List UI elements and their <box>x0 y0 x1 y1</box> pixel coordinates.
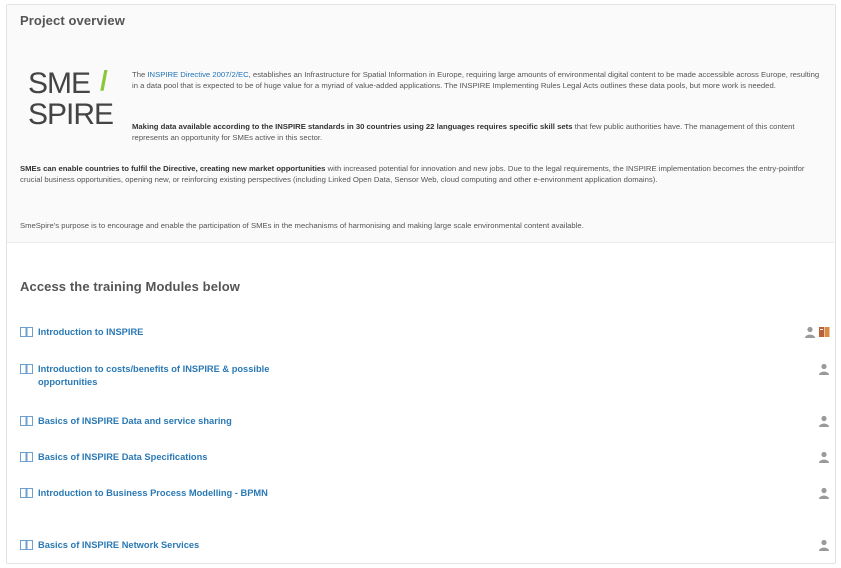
module-row: Basics of INSPIRE Data and service shari… <box>18 415 830 443</box>
module-link[interactable]: Basics of INSPIRE Network Services <box>38 539 338 552</box>
book-icon <box>20 364 33 374</box>
inspire-directive-link[interactable]: INSPIRE Directive 2007/2/EC <box>147 70 248 79</box>
person-icon[interactable] <box>818 487 830 499</box>
project-overview-heading: Project overview <box>20 13 125 28</box>
book-icon <box>20 540 33 550</box>
logo-line2: SPIRE <box>28 98 113 130</box>
module-row: Introduction to costs/benefits of INSPIR… <box>18 363 830 391</box>
trophy-icon[interactable] <box>819 326 830 338</box>
module-link[interactable]: Introduction to costs/benefits of INSPIR… <box>38 363 318 389</box>
person-icon[interactable] <box>818 415 830 427</box>
p2-bold: Making data available according to the I… <box>132 122 573 131</box>
smespire-logo: SME / SPIRE <box>28 66 114 130</box>
p3-bold: SMEs can enable countries to fulfil the … <box>20 164 326 173</box>
book-icon <box>20 452 33 462</box>
skills-paragraph: Making data available according to the I… <box>132 121 822 143</box>
module-row: Introduction to Business Process Modelli… <box>18 487 830 515</box>
logo-slash: / <box>100 66 108 96</box>
p1-prefix: The <box>132 70 148 79</box>
intro-paragraph: The INSPIRE Directive 2007/2/EC, establi… <box>132 69 822 91</box>
module-row: Basics of INSPIRE Network Services <box>18 539 830 567</box>
module-link[interactable]: Introduction to INSPIRE <box>38 326 338 339</box>
person-icon[interactable] <box>818 451 830 463</box>
module-link[interactable]: Basics of INSPIRE Data and service shari… <box>38 415 338 428</box>
module-row: Introduction to INSPIRE <box>18 326 830 354</box>
book-icon <box>20 416 33 426</box>
book-icon <box>20 327 33 337</box>
person-icon[interactable] <box>818 363 830 375</box>
training-modules-heading: Access the training Modules below <box>20 279 241 294</box>
module-link[interactable]: Basics of INSPIRE Data Specifications <box>38 451 338 464</box>
sme-paragraph: SMEs can enable countries to fulfil the … <box>20 163 825 185</box>
book-icon <box>20 488 33 498</box>
person-icon[interactable] <box>804 326 816 338</box>
purpose-paragraph: SmeSpire's purpose is to encourage and e… <box>20 221 584 230</box>
logo-line1: SME <box>28 67 90 100</box>
module-row: Basics of INSPIRE Data Specifications <box>18 451 830 479</box>
module-link[interactable]: Introduction to Business Process Modelli… <box>38 487 323 500</box>
person-icon[interactable] <box>818 539 830 551</box>
